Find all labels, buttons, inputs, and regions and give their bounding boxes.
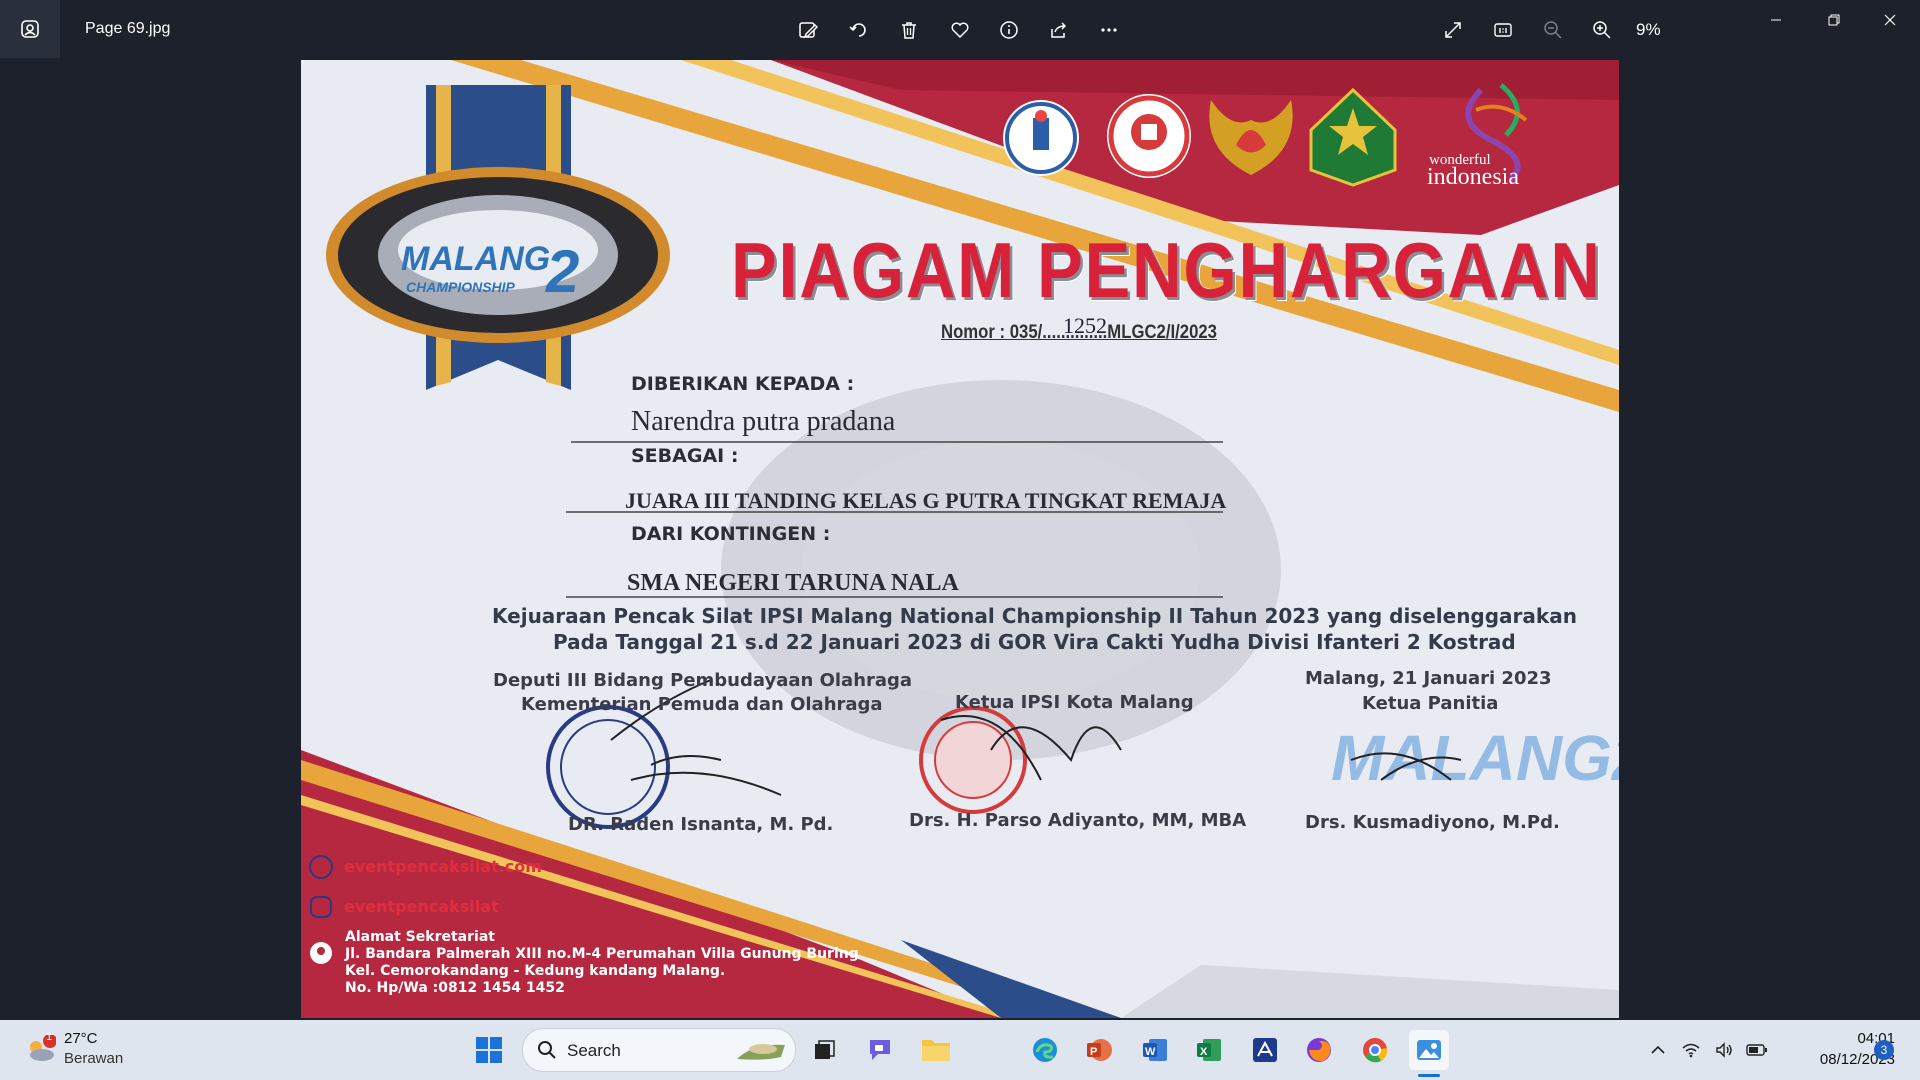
- search-highlight-icon: [737, 1044, 785, 1060]
- edge-icon[interactable]: [1025, 1030, 1065, 1070]
- chat-icon[interactable]: [860, 1030, 900, 1070]
- restore-icon[interactable]: [1806, 0, 1862, 40]
- signatory-1-role-2: Kementerian Pemuda dan Olahraga: [521, 694, 883, 715]
- chevron-up-icon[interactable]: [1638, 1030, 1678, 1070]
- zoom-in-icon[interactable]: [1585, 14, 1619, 46]
- address-line-2: Kel. Cemorokandang - Kedung kandang Mala…: [345, 963, 726, 979]
- more-icon[interactable]: [1092, 14, 1126, 46]
- svg-text:X: X: [1200, 1046, 1208, 1058]
- signatory-3-place-date: Malang, 21 Januari 2023: [1305, 668, 1552, 689]
- kemenpora-logo: [1003, 100, 1079, 176]
- app-icon[interactable]: [1245, 1030, 1285, 1070]
- label-as: SEBAGAI :: [631, 445, 739, 467]
- label-given-to: DIBERIKAN KEPADA :: [631, 373, 855, 395]
- taskbar: 1 27°C Berawan Search P W X 04:01 08/12/…: [0, 1020, 1920, 1080]
- signatory-2-role: Ketua IPSI Kota Malang: [955, 692, 1194, 713]
- edit-image-icon[interactable]: [791, 14, 825, 46]
- start-icon[interactable]: [469, 1030, 509, 1070]
- fullscreen-icon[interactable]: [1436, 14, 1470, 46]
- delete-icon[interactable]: [892, 14, 926, 46]
- svg-text:CHAMPIONSHIP: CHAMPIONSHIP: [406, 279, 516, 295]
- contingent-name: SMA NEGERI TARUNA NALA: [627, 570, 959, 596]
- excel-icon[interactable]: X: [1189, 1030, 1229, 1070]
- share-icon[interactable]: [1042, 14, 1076, 46]
- address-line-1: Jl. Bandara Palmerah XIII no.M-4 Perumah…: [345, 946, 859, 962]
- weather-desc[interactable]: Berawan: [64, 1050, 123, 1067]
- photos-icon[interactable]: [1409, 1030, 1449, 1070]
- website-link: eventpencaksilat.com: [344, 857, 542, 876]
- weather-temp[interactable]: 27°C: [64, 1030, 98, 1047]
- wifi-icon[interactable]: [1678, 1030, 1704, 1070]
- signatory-3-name: Drs. Kusmadiyono, M.Pd.: [1305, 812, 1560, 833]
- svg-text:MALANG: MALANG: [401, 240, 550, 278]
- indonesia-text: indonesia: [1427, 164, 1519, 190]
- address-line-3: No. Hp/Wa :0812 1454 1452: [345, 980, 565, 996]
- address-title: Alamat Sekretariat: [345, 929, 495, 945]
- file-name: Page 69.jpg: [85, 20, 171, 37]
- photos-app-icon[interactable]: [0, 0, 60, 58]
- svg-text:MALANG2: MALANG2: [1331, 722, 1619, 794]
- event-line-1: Kejuaraan Pencak Silat IPSI Malang Natio…: [492, 604, 1577, 628]
- certificate-title: PIAGAM PENGHARGAAN: [731, 226, 1602, 314]
- signatory-1-name: DR. Raden Isnanta, M. Pd.: [568, 814, 834, 835]
- signatory-3-role: Ketua Panitia: [1362, 693, 1499, 714]
- zoom-level[interactable]: 9%: [1636, 20, 1661, 40]
- word-icon[interactable]: W: [1135, 1030, 1175, 1070]
- search-icon: [538, 1041, 556, 1059]
- svg-text:2: 2: [545, 238, 579, 305]
- favorite-icon[interactable]: [943, 14, 977, 46]
- active-app-indicator: [1418, 1074, 1440, 1077]
- search-placeholder: Search: [567, 1041, 621, 1060]
- signatory-1-role-1: Deputi III Bidang Pembudayaan Olahraga: [493, 670, 913, 691]
- zoom-out-icon[interactable]: [1536, 14, 1570, 46]
- firefox-icon[interactable]: [1299, 1030, 1339, 1070]
- battery-icon[interactable]: [1744, 1030, 1770, 1070]
- achievement: JUARA III TANDING KELAS G PUTRA TINGKAT …: [625, 488, 1227, 513]
- actual-size-icon[interactable]: [1486, 14, 1520, 46]
- info-icon[interactable]: [992, 14, 1026, 46]
- label-contingent: DARI KONTINGEN :: [631, 523, 831, 545]
- recipient-name: Narendra putra pradana: [631, 406, 896, 437]
- notification-badge[interactable]: 3: [1874, 1040, 1894, 1060]
- volume-icon[interactable]: [1712, 1030, 1738, 1070]
- event-line-2: Pada Tanggal 21 s.d 22 Januari 2023 di G…: [553, 630, 1516, 654]
- certificate-image: MALANG CHAMPIONSHIP 2 MALANG2 wonderful …: [301, 60, 1619, 1018]
- ipsi-logo: [1107, 94, 1191, 178]
- file-explorer-icon[interactable]: [916, 1030, 956, 1070]
- certificate-number-handwritten: 1252: [1063, 313, 1107, 338]
- search-box[interactable]: Search: [522, 1028, 796, 1072]
- signatory-2-name: Drs. H. Parso Adiyanto, MM, MBA: [909, 810, 1247, 831]
- svg-text:W: W: [1145, 1046, 1156, 1058]
- chrome-icon[interactable]: [1355, 1030, 1395, 1070]
- title-bar: Page 69.jpg 9%: [0, 0, 1920, 60]
- weather-badge: 1: [45, 1031, 53, 1043]
- rotate-icon[interactable]: [842, 14, 876, 46]
- task-view-icon[interactable]: [804, 1030, 844, 1070]
- instagram-handle: eventpencaksilat: [344, 897, 499, 916]
- minimize-icon[interactable]: [1748, 0, 1804, 40]
- powerpoint-icon[interactable]: P: [1079, 1030, 1119, 1070]
- close-icon[interactable]: [1862, 0, 1918, 40]
- svg-text:P: P: [1090, 1046, 1097, 1058]
